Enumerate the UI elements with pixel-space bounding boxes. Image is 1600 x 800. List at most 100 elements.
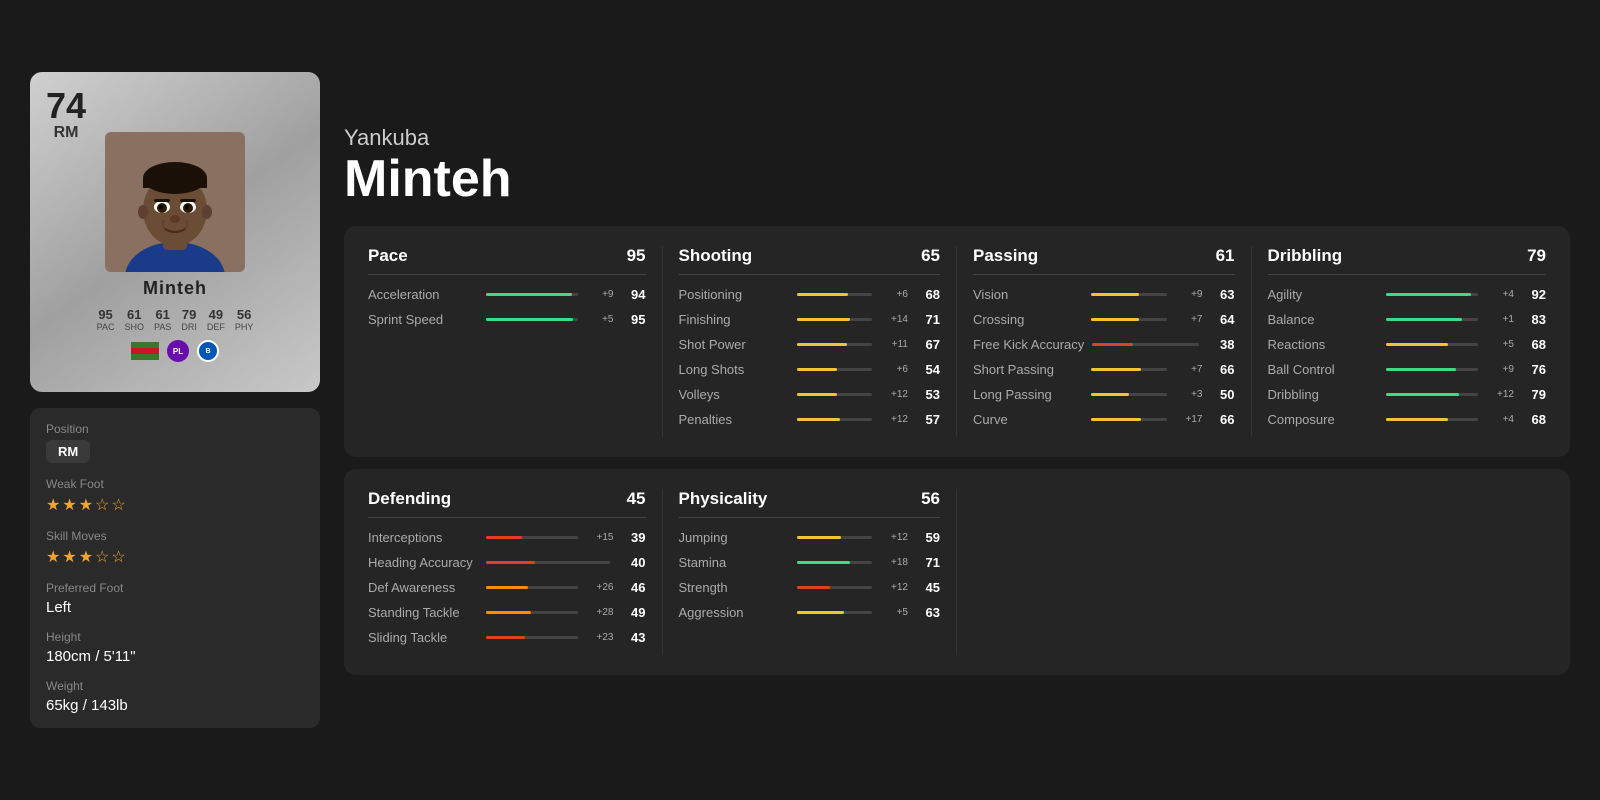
card-stat-pas-label: PAS xyxy=(154,322,171,332)
passing-stats: Vision+963Crossing+764Free Kick Accuracy… xyxy=(973,287,1235,427)
stat-name: Agility xyxy=(1268,287,1378,302)
info-preferred-foot-label: Preferred Foot xyxy=(46,581,304,595)
stat-value: 66 xyxy=(1207,362,1235,377)
stat-bar-container xyxy=(1386,318,1479,321)
card-stat-phy-label: PHY xyxy=(235,322,254,332)
info-weight: Weight 65kg / 143lb xyxy=(46,679,304,714)
stat-bar xyxy=(1386,418,1449,421)
card-stat-pac: 95 PAC xyxy=(97,307,115,332)
stat-name: Finishing xyxy=(679,312,789,327)
stat-value: 40 xyxy=(618,555,646,570)
card-stat-phy-value: 56 xyxy=(237,307,251,322)
stat-bar-container xyxy=(486,318,578,321)
stat-value: 50 xyxy=(1207,387,1235,402)
card-flags: PL B xyxy=(131,340,219,362)
stat-bar xyxy=(486,293,572,296)
card-stat-pac-value: 95 xyxy=(98,307,112,322)
stat-modifier: +4 xyxy=(1486,414,1514,425)
stat-row: Agility +4 92 xyxy=(1268,287,1547,302)
card-stat-sho-label: SHO xyxy=(124,322,144,332)
stat-row: Reactions+568 xyxy=(1268,337,1547,352)
stat-bar-container xyxy=(1386,368,1479,371)
position-badge: RM xyxy=(46,440,90,463)
stat-value: 45 xyxy=(912,580,940,595)
stat-bar-container xyxy=(486,636,578,639)
stat-row: Balance+183 xyxy=(1268,312,1547,327)
stat-bar-container xyxy=(1091,293,1167,296)
player-image xyxy=(105,132,245,272)
stat-bar xyxy=(486,636,525,639)
stat-name: Composure xyxy=(1268,412,1378,427)
stat-right: +1871 xyxy=(880,555,940,570)
stat-name: Stamina xyxy=(679,555,789,570)
shooting-value: 65 xyxy=(921,246,940,266)
stat-row: Crossing+764 xyxy=(973,312,1235,327)
stat-row: Jumping+1259 xyxy=(679,530,941,545)
stat-bar xyxy=(486,586,528,589)
stat-row: Dribbling+1279 xyxy=(1268,387,1547,402)
stat-row: Vision+963 xyxy=(973,287,1235,302)
stat-bar-container xyxy=(1386,418,1479,421)
stat-name: Short Passing xyxy=(973,362,1083,377)
stat-modifier: +4 xyxy=(1486,289,1514,300)
stat-value: 46 xyxy=(618,580,646,595)
pace-header: Pace 95 xyxy=(368,246,646,275)
stat-row: Aggression+563 xyxy=(679,605,941,620)
info-weight-label: Weight xyxy=(46,679,304,693)
right-section: Yankuba Minteh Pace 95 Acceleration+994S… xyxy=(344,125,1570,675)
info-preferred-foot-value: Left xyxy=(46,599,304,616)
info-position-label: Position xyxy=(46,422,304,436)
stat-bar-container xyxy=(797,318,873,321)
stat-bar xyxy=(486,318,573,321)
stat-bar-container xyxy=(797,536,873,539)
passing-header: Passing 61 xyxy=(973,246,1235,275)
stat-row: Strength+1245 xyxy=(679,580,941,595)
left-column: 74 RM xyxy=(30,72,320,728)
stat-row: Short Passing+766 xyxy=(973,362,1235,377)
passing-name: Passing xyxy=(973,246,1038,266)
stat-name: Crossing xyxy=(973,312,1083,327)
stat-right: +350 xyxy=(1175,387,1235,402)
info-height-label: Height xyxy=(46,630,304,644)
stat-bar-container xyxy=(797,343,873,346)
stat-modifier: +12 xyxy=(880,582,908,593)
stat-bar-container xyxy=(797,561,873,564)
stat-modifier: +12 xyxy=(880,532,908,543)
stat-name: Curve xyxy=(973,412,1083,427)
stat-right: +1279 xyxy=(1486,387,1546,402)
stat-value: 71 xyxy=(912,312,940,327)
stat-row: Composure+468 xyxy=(1268,412,1547,427)
stat-right: +2849 xyxy=(586,605,646,620)
stat-modifier: +12 xyxy=(880,389,908,400)
stat-row: Positioning+668 xyxy=(679,287,941,302)
stat-row: Long Passing+350 xyxy=(973,387,1235,402)
stat-modifier: +23 xyxy=(586,632,614,643)
stat-right: +1167 xyxy=(880,337,940,352)
stats-bottom-row: Defending 45 Interceptions+1539Heading A… xyxy=(344,469,1570,675)
info-skill-moves: Skill Moves ★★★☆☆ xyxy=(46,529,304,567)
stat-modifier: +5 xyxy=(586,314,614,325)
info-preferred-foot: Preferred Foot Left xyxy=(46,581,304,616)
stat-modifier: +6 xyxy=(880,364,908,375)
player-name-header: Yankuba Minteh xyxy=(344,125,1570,208)
card-stat-dri: 79 DRI xyxy=(181,307,197,332)
defending-value: 45 xyxy=(627,489,646,509)
stat-row: Def Awareness+2646 xyxy=(368,580,646,595)
player-first-name: Yankuba xyxy=(344,125,1570,151)
stat-name: Sprint Speed xyxy=(368,312,478,327)
stat-value: 92 xyxy=(1518,287,1546,302)
info-weak-foot-stars: ★★★☆☆ xyxy=(46,495,304,515)
stat-bar-container xyxy=(1386,293,1479,296)
stat-name: Jumping xyxy=(679,530,789,545)
stat-name: Reactions xyxy=(1268,337,1378,352)
stat-modifier: +26 xyxy=(586,582,614,593)
card-stat-def-value: 49 xyxy=(209,307,223,322)
stat-right: +654 xyxy=(880,362,940,377)
stat-right: +563 xyxy=(880,605,940,620)
stat-value: 66 xyxy=(1207,412,1235,427)
stat-name: Ball Control xyxy=(1268,362,1378,377)
stat-bar-container xyxy=(797,368,873,371)
info-position: Position RM xyxy=(46,422,304,463)
category-defending: Defending 45 Interceptions+1539Heading A… xyxy=(368,489,663,655)
stat-modifier: +6 xyxy=(880,289,908,300)
